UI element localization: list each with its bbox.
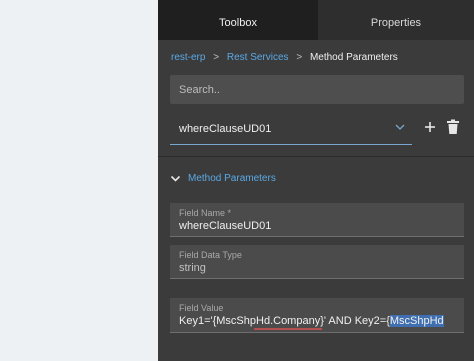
spellcheck-underline [254, 328, 322, 330]
canvas-area [0, 0, 158, 361]
breadcrumb-item-rest-erp[interactable]: rest-erp [171, 52, 205, 63]
breadcrumb-item-rest-services[interactable]: Rest Services [227, 52, 289, 63]
field-value-text: Key1='{MscShpHd.Company}' AND Key2={MscS… [179, 315, 459, 327]
chevron-down-icon [395, 124, 405, 130]
breadcrumb-separator: > [296, 52, 303, 63]
breadcrumb-separator: > [213, 52, 220, 63]
field-name-value: whereClauseUD01 [179, 220, 272, 232]
method-select-value: whereClauseUD01 [179, 123, 272, 135]
panel-tabs: Toolbox Properties [158, 0, 474, 40]
tab-toolbox[interactable]: Toolbox [158, 0, 318, 40]
search-input[interactable] [170, 75, 464, 104]
field-value-input[interactable]: Field Value Key1='{MscShpHd.Company}' AN… [170, 298, 464, 333]
field-value-label: Field Value [179, 303, 224, 313]
field-name-label: Field Name * [179, 208, 232, 218]
field-data-type-value: string [179, 262, 206, 274]
field-name-input[interactable]: Field Name * whereClauseUD01 [170, 203, 464, 237]
trash-icon[interactable] [446, 119, 460, 135]
properties-panel: Toolbox Properties rest-erp > Rest Servi… [158, 0, 474, 361]
field-data-type-input[interactable]: Field Data Type string [170, 245, 464, 279]
field-value-text-selected: MscShpHd [389, 315, 444, 327]
breadcrumb: rest-erp > Rest Services > Method Parame… [171, 52, 398, 63]
section-title: Method Parameters [188, 172, 276, 184]
section-divider [158, 156, 474, 157]
method-select[interactable]: whereClauseUD01 [170, 115, 412, 145]
tab-properties[interactable]: Properties [318, 0, 474, 40]
breadcrumb-item-method-parameters: Method Parameters [309, 52, 398, 63]
search-box [170, 75, 464, 104]
field-data-type-label: Field Data Type [179, 250, 242, 260]
chevron-down-icon [170, 175, 181, 182]
plus-icon[interactable] [422, 119, 438, 135]
section-header-method-parameters[interactable]: Method Parameters [170, 170, 276, 186]
field-value-text-unselected: Key1='{MscShpHd.Company}' AND Key2={ [179, 315, 390, 327]
